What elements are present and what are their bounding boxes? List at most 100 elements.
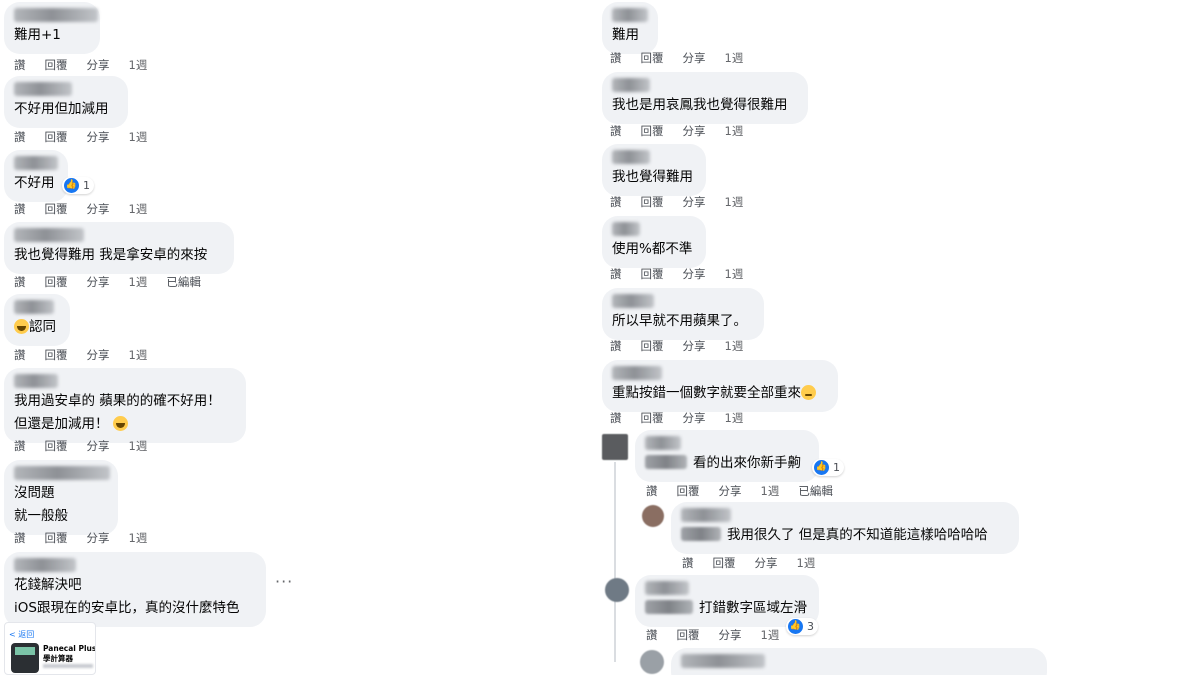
share-link[interactable]: 分享 — [87, 531, 110, 545]
comment-time[interactable]: 1週 — [725, 339, 744, 353]
comment-time[interactable]: 1週 — [129, 531, 148, 545]
share-link[interactable]: 分享 — [683, 124, 706, 138]
comment-actions: 讚 回覆 分享 1週 — [610, 410, 762, 426]
avatar[interactable] — [602, 434, 628, 460]
comment-text: 我也是用哀鳳我也覺得很難用 — [612, 97, 788, 113]
reply-link[interactable]: 回覆 — [641, 339, 664, 353]
reply-link[interactable]: 回覆 — [641, 195, 664, 209]
reply-link[interactable]: 回覆 — [641, 267, 664, 281]
commenter-name-redacted — [612, 8, 648, 22]
comment-time[interactable]: 1週 — [725, 267, 744, 281]
comment-time[interactable]: 1週 — [129, 348, 148, 362]
reply-link[interactable]: 回覆 — [713, 556, 736, 570]
reply-time[interactable]: 1週 — [761, 628, 780, 642]
app-preview-card[interactable]: < 返回 Panecal Plus 科 學計算器 — [4, 622, 96, 675]
like-link[interactable]: 讚 — [646, 628, 658, 642]
reply-bubble: 我用很久了 但是真的不知道能這樣哈哈哈哈 — [671, 502, 1019, 554]
share-link[interactable]: 分享 — [87, 202, 110, 216]
back-link[interactable]: < 返回 — [9, 629, 34, 640]
calculator-app-icon — [11, 643, 39, 673]
commenter-name-redacted — [612, 150, 650, 164]
reply-link[interactable]: 回覆 — [641, 51, 664, 65]
avatar[interactable] — [640, 650, 664, 674]
reply-time[interactable]: 1週 — [761, 484, 780, 498]
share-link[interactable]: 分享 — [683, 51, 706, 65]
comment-time[interactable]: 1週 — [725, 51, 744, 65]
like-link[interactable]: 讚 — [14, 348, 26, 362]
like-link[interactable]: 讚 — [610, 267, 622, 281]
reply-time[interactable]: 1週 — [797, 556, 816, 570]
reply-text: 我用很久了 但是真的不知道能這樣哈哈哈哈 — [727, 527, 988, 543]
like-count-badge[interactable]: 👍 1 — [812, 459, 844, 476]
share-link[interactable]: 分享 — [755, 556, 778, 570]
comment-time[interactable]: 1週 — [129, 202, 148, 216]
reply-link[interactable]: 回覆 — [45, 275, 68, 289]
like-link[interactable]: 讚 — [610, 411, 622, 425]
share-link[interactable]: 分享 — [683, 411, 706, 425]
comment-text: 重點按錯一個數字就要全部重來 — [612, 385, 801, 401]
like-link[interactable]: 讚 — [14, 531, 26, 545]
share-link[interactable]: 分享 — [719, 484, 742, 498]
reply-link[interactable]: 回覆 — [677, 628, 700, 642]
comment-bubble: 難用+1 — [4, 2, 100, 54]
like-link[interactable]: 讚 — [646, 484, 658, 498]
reply-link[interactable]: 回覆 — [677, 484, 700, 498]
comment-text: 使用%都不準 — [612, 241, 693, 257]
like-link[interactable]: 讚 — [610, 51, 622, 65]
comment-time[interactable]: 1週 — [725, 124, 744, 138]
reply-link[interactable]: 回覆 — [45, 439, 68, 453]
reply-link[interactable]: 回覆 — [45, 531, 68, 545]
comment-time[interactable]: 1週 — [725, 195, 744, 209]
share-link[interactable]: 分享 — [87, 348, 110, 362]
share-link[interactable]: 分享 — [683, 195, 706, 209]
comment-actions: 讚 回覆 分享 1週 — [610, 338, 762, 354]
comment-text: 不好用 — [14, 175, 55, 191]
comment-bubble: 重點按錯一個數字就要全部重來 — [602, 360, 838, 412]
reply-actions: 讚 回覆 分享 1週 — [682, 555, 834, 571]
avatar[interactable] — [605, 578, 629, 602]
share-link[interactable]: 分享 — [87, 439, 110, 453]
comment-bubble: 不好用但加減用 — [4, 76, 128, 128]
comment-bubble: 我也覺得難用 我是拿安卓的來按 — [4, 222, 234, 274]
like-link[interactable]: 讚 — [610, 124, 622, 138]
comment-text: 不好用但加減用 — [14, 101, 109, 117]
comment-time[interactable]: 1週 — [129, 58, 148, 72]
comment-time[interactable]: 1週 — [129, 439, 148, 453]
reply-link[interactable]: 回覆 — [45, 202, 68, 216]
like-link[interactable]: 讚 — [682, 556, 694, 570]
reply-link[interactable]: 回覆 — [45, 130, 68, 144]
comment-actions: 讚 回覆 分享 1週 — [14, 530, 166, 546]
comment-bubble: 我也是用哀鳳我也覺得很難用 — [602, 72, 808, 124]
tagged-name-redacted — [645, 455, 687, 469]
comment-time[interactable]: 1週 — [725, 411, 744, 425]
tagged-name-redacted — [681, 527, 721, 541]
share-link[interactable]: 分享 — [719, 628, 742, 642]
like-link[interactable]: 讚 — [610, 195, 622, 209]
share-link[interactable]: 分享 — [683, 267, 706, 281]
commenter-name-redacted — [645, 436, 681, 450]
like-link[interactable]: 讚 — [14, 130, 26, 144]
share-link[interactable]: 分享 — [87, 130, 110, 144]
like-link[interactable]: 讚 — [610, 339, 622, 353]
share-link[interactable]: 分享 — [87, 58, 110, 72]
share-link[interactable]: 分享 — [683, 339, 706, 353]
reply-link[interactable]: 回覆 — [641, 411, 664, 425]
like-link[interactable]: 讚 — [14, 202, 26, 216]
like-link[interactable]: 讚 — [14, 275, 26, 289]
reply-actions: 讚 回覆 分享 1週 — [646, 627, 798, 643]
like-link[interactable]: 讚 — [14, 439, 26, 453]
reply-link[interactable]: 回覆 — [641, 124, 664, 138]
commenter-name-redacted — [14, 8, 98, 22]
comment-time[interactable]: 1週 — [129, 275, 148, 289]
commenter-name-redacted — [14, 374, 58, 388]
avatar[interactable] — [642, 505, 664, 527]
like-count-badge[interactable]: 👍 1 — [62, 177, 94, 194]
reply-bubble: 看的出來你新手齁 — [635, 430, 819, 482]
reply-link[interactable]: 回覆 — [45, 58, 68, 72]
reply-link[interactable]: 回覆 — [45, 348, 68, 362]
comment-time[interactable]: 1週 — [129, 130, 148, 144]
share-link[interactable]: 分享 — [87, 275, 110, 289]
like-link[interactable]: 讚 — [14, 58, 26, 72]
comment-text-line-1: 沒問題 — [14, 485, 55, 501]
more-options-icon[interactable]: ··· — [275, 572, 293, 591]
